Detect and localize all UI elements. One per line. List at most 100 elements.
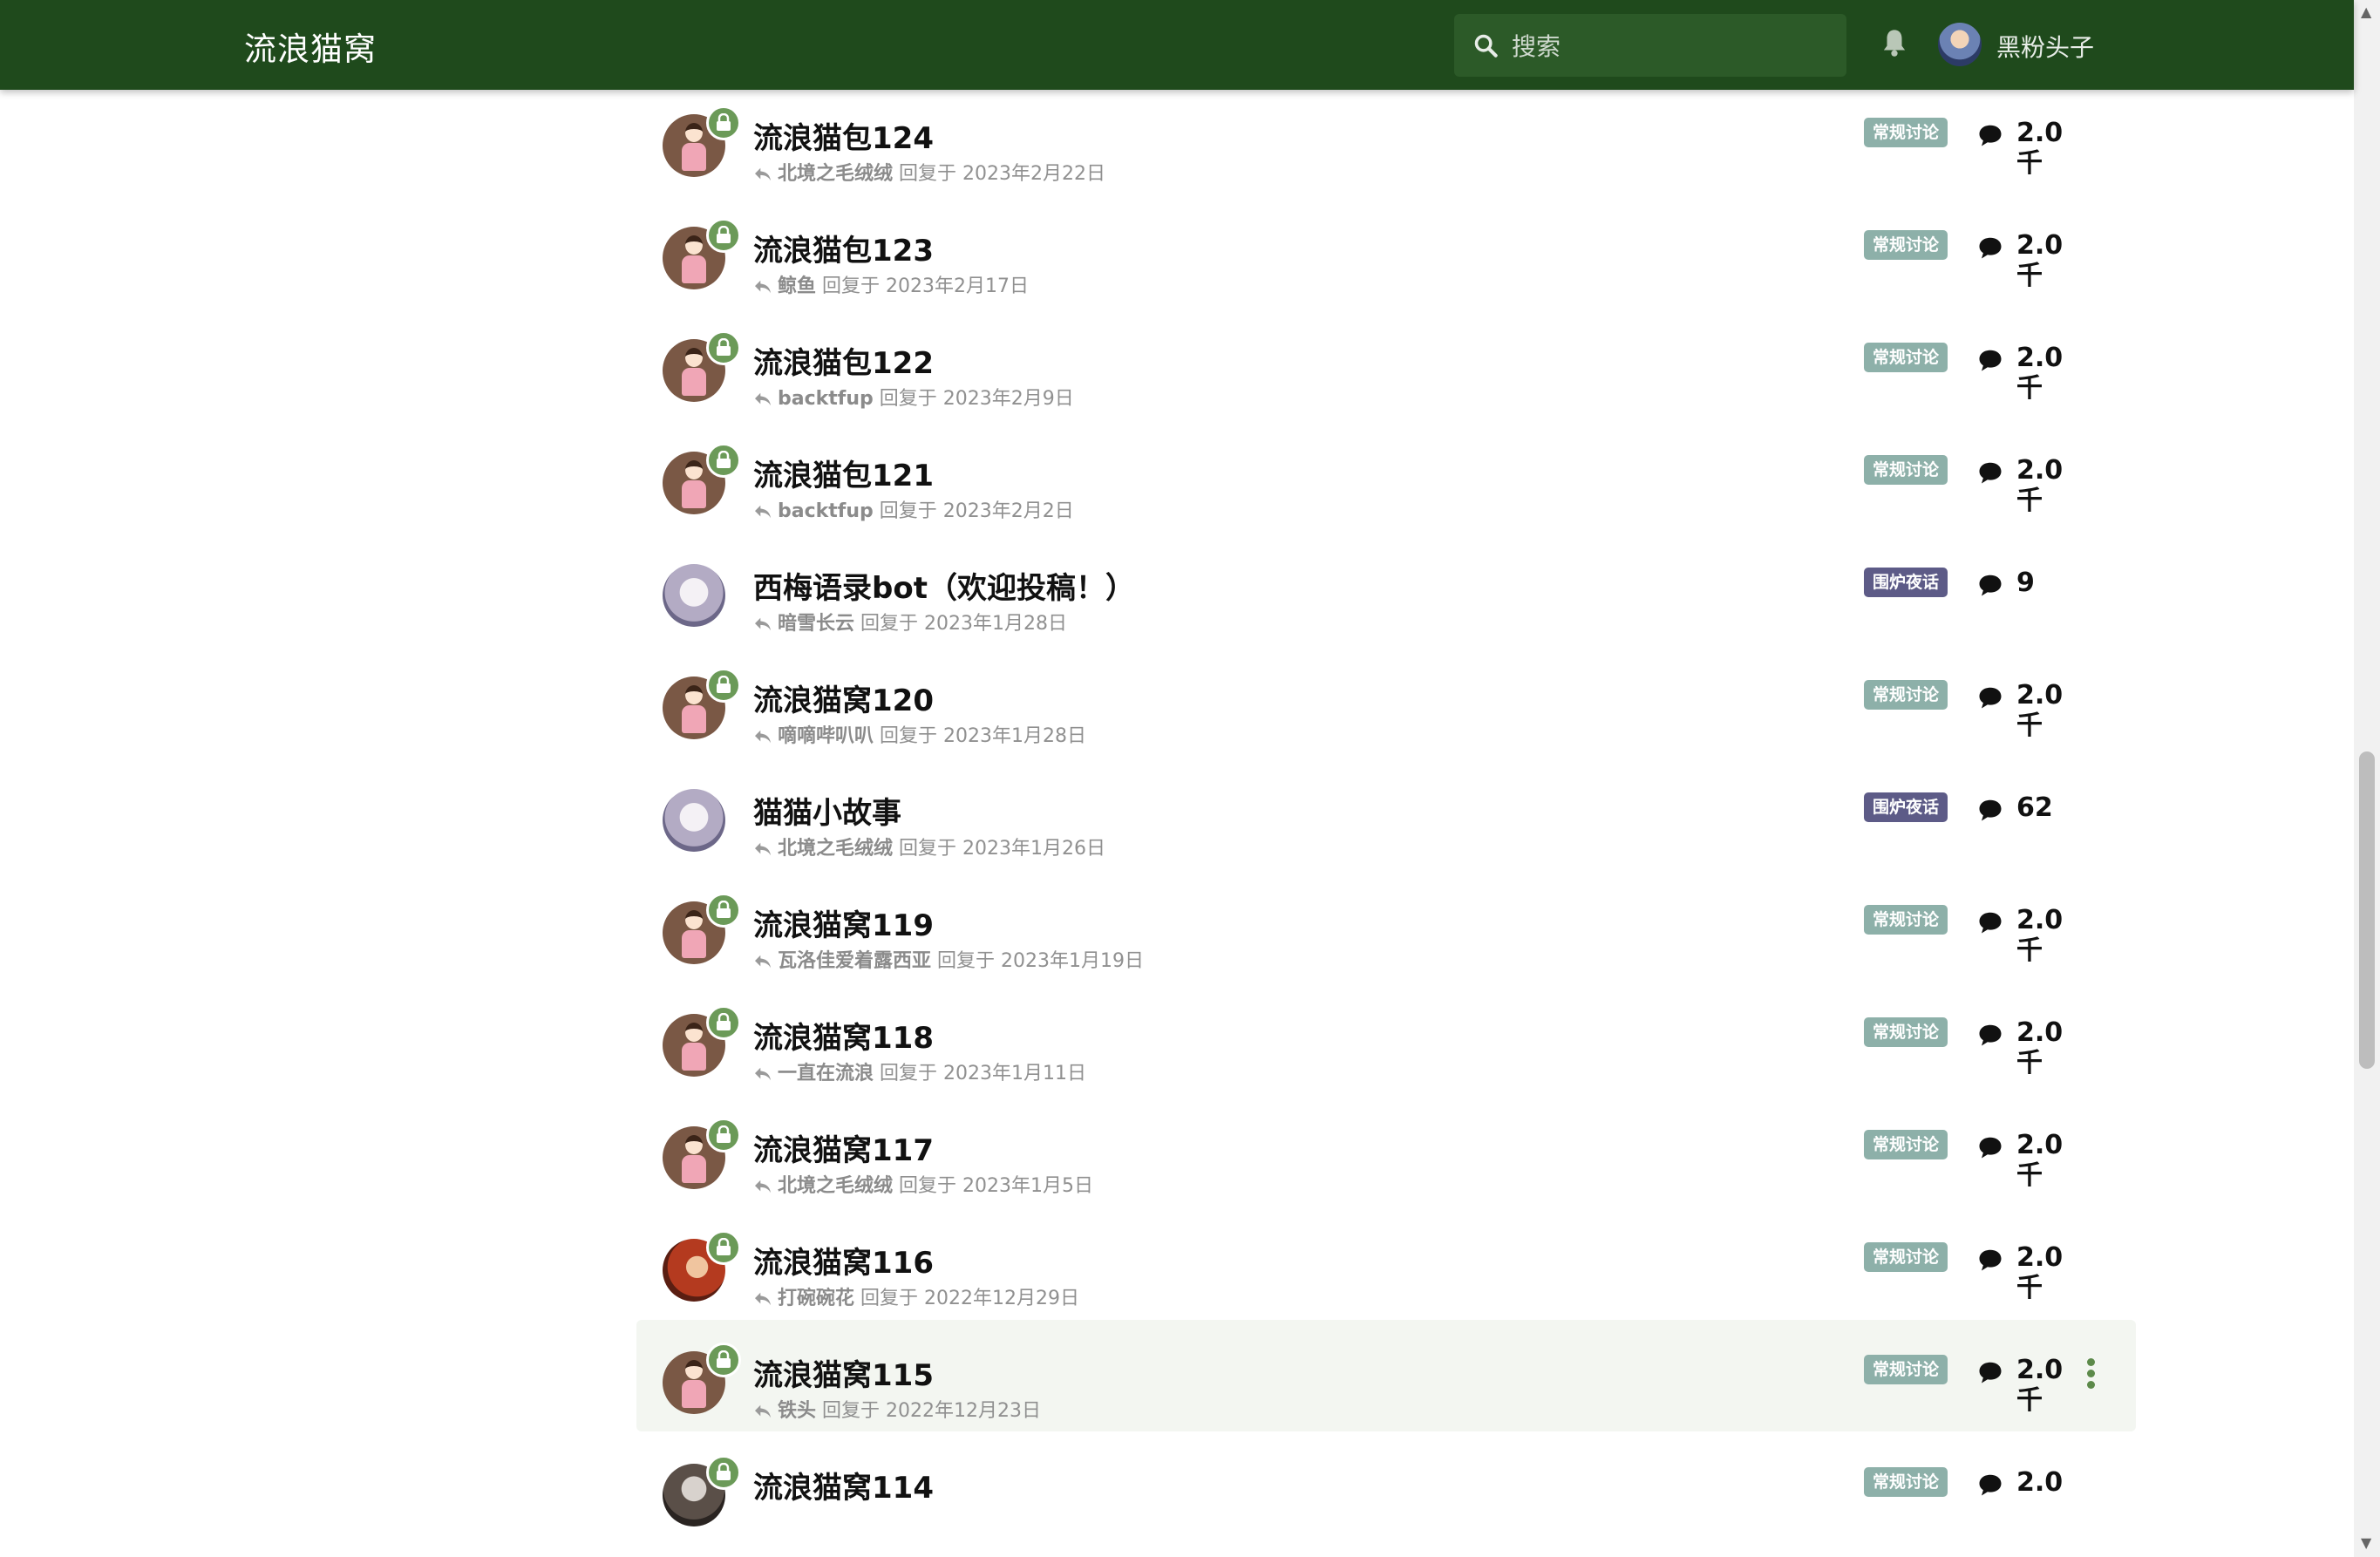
topic-title[interactable]: 流浪猫包122 [753,339,934,382]
reply-icon [755,730,771,744]
reply-author[interactable]: backtfup [778,388,874,410]
reply-author[interactable]: 铁头 [778,1400,816,1422]
more-vertical-icon[interactable] [2087,1358,2096,1392]
topic-title[interactable]: 流浪猫窝118 [753,1014,934,1057]
reply-count: 62 [2016,792,2053,823]
category-tag[interactable]: 常规讨论 [1864,230,1948,260]
topic-row[interactable]: 流浪猫包121 backtfup 回复于 2023年2月2日 常规讨论 2.0千 [636,420,2136,532]
comment-icon [1977,235,2003,263]
reply-icon [755,617,771,631]
topic-title[interactable]: 猫猫小故事 [753,789,901,832]
comment-icon [1977,910,2003,938]
bell-icon[interactable] [1881,28,1907,58]
category-tag[interactable]: 常规讨论 [1864,118,1948,147]
poster-avatar[interactable] [663,564,725,627]
topic-row[interactable]: 流浪猫窝119 瓦洛佳爱着露西亚 回复于 2023年1月19日 常规讨论 2.0千 [636,870,2136,982]
search-box[interactable] [1454,14,1846,78]
topic-title[interactable]: 流浪猫窝120 [753,677,934,719]
reply-icon [755,392,771,406]
topic-row[interactable]: 流浪猫包122 backtfup 回复于 2023年2月9日 常规讨论 2.0千 [636,308,2136,419]
reply-time: 回复于 2023年1月28日 [860,613,1067,635]
reply-time: 回复于 2022年12月29日 [860,1288,1079,1309]
reply-author[interactable]: 北境之毛绒绒 [778,838,893,860]
reply-time: 回复于 2023年1月11日 [880,1063,1086,1084]
reply-author[interactable]: 鲸鱼 [778,275,816,297]
scroll-up-arrow-icon[interactable]: ▲ [2361,3,2371,20]
reply-time: 回复于 2022年12月23日 [822,1400,1041,1422]
poster-avatar[interactable] [663,789,725,852]
reply-count: 2.0千 [2016,680,2064,741]
topic-row[interactable]: 流浪猫窝118 一直在流浪 回复于 2023年1月11日 常规讨论 2.0千 [636,982,2136,1094]
topic-title[interactable]: 流浪猫窝114 [753,1464,934,1506]
lock-icon [706,105,741,140]
topic-title[interactable]: 西梅语录bot（欢迎投稿！） [753,564,1135,607]
reply-icon [755,1067,771,1081]
topic-title[interactable]: 流浪猫包124 [753,114,934,157]
topic-row[interactable]: 猫猫小故事 北境之毛绒绒 回复于 2023年1月26日 围炉夜话 62 [636,758,2136,869]
lock-icon [706,218,741,253]
topic-title[interactable]: 流浪猫窝116 [753,1239,934,1282]
topic-row[interactable]: 流浪猫包123 鲸鱼 回复于 2023年2月17日 常规讨论 2.0千 [636,195,2136,307]
category-tag[interactable]: 围炉夜话 [1864,792,1948,822]
topic-last-reply: 瓦洛佳爱着露西亚 回复于 2023年1月19日 [753,945,1144,973]
topic-row[interactable]: 流浪猫窝115 铁头 回复于 2022年12月23日 常规讨论 2.0千 [636,1320,2136,1431]
topic-title[interactable]: 流浪猫窝115 [753,1351,934,1394]
reply-author[interactable]: 一直在流浪 [778,1063,874,1084]
reply-icon [755,167,771,181]
comment-icon [1977,1023,2003,1050]
user-name[interactable]: 黑粉头子 [1996,29,2094,64]
scroll-down-arrow-icon[interactable]: ▼ [2361,1534,2371,1551]
user-avatar[interactable] [1938,23,1982,66]
topic-title[interactable]: 流浪猫包121 [753,452,934,494]
topic-last-reply: backtfup 回复于 2023年2月9日 [753,383,1074,411]
topic-last-reply: 嘀嘀哔叭叭 回复于 2023年1月28日 [753,720,1086,748]
reply-icon [755,280,771,294]
topic-title[interactable]: 流浪猫窝119 [753,901,934,944]
topic-last-reply: 暗雪长云 回复于 2023年1月28日 [753,608,1067,636]
category-tag[interactable]: 围炉夜话 [1864,568,1948,597]
reply-author[interactable]: 打碗碗花 [778,1288,854,1309]
reply-author[interactable]: 北境之毛绒绒 [778,163,893,185]
category-tag[interactable]: 常规讨论 [1864,1242,1948,1272]
category-tag[interactable]: 常规讨论 [1864,343,1948,372]
category-tag[interactable]: 常规讨论 [1864,1017,1948,1047]
reply-author[interactable]: 瓦洛佳爱着露西亚 [778,950,931,972]
reply-author[interactable]: 暗雪长云 [778,613,854,635]
comment-icon [1977,798,2003,826]
lock-icon [706,443,741,478]
category-tag[interactable]: 常规讨论 [1864,1355,1948,1384]
lock-icon [706,1455,741,1490]
category-tag[interactable]: 常规讨论 [1864,455,1948,485]
reply-author[interactable]: backtfup [778,500,874,522]
topic-title[interactable]: 流浪猫包123 [753,227,934,269]
search-input[interactable] [1510,14,1836,78]
lock-icon [706,1343,741,1377]
reply-author[interactable]: 嘀嘀哔叭叭 [778,725,874,747]
topic-title[interactable]: 流浪猫窝117 [753,1126,934,1169]
category-tag[interactable]: 常规讨论 [1864,905,1948,935]
reply-icon [755,842,771,856]
reply-author[interactable]: 北境之毛绒绒 [778,1175,893,1197]
topic-row[interactable]: 流浪猫窝116 打碗碗花 回复于 2022年12月29日 常规讨论 2.0千 [636,1207,2136,1319]
topic-row[interactable]: 流浪猫窝117 北境之毛绒绒 回复于 2023年1月5日 常规讨论 2.0千 [636,1095,2136,1207]
topic-last-reply: 打碗碗花 回复于 2022年12月29日 [753,1282,1079,1310]
topic-row[interactable]: 流浪猫窝114 常规讨论 2.0 [636,1432,2136,1544]
category-tag[interactable]: 常规讨论 [1864,680,1948,710]
category-tag[interactable]: 常规讨论 [1864,1467,1948,1497]
category-tag[interactable]: 常规讨论 [1864,1130,1948,1159]
topic-row[interactable]: 流浪猫窝120 嘀嘀哔叭叭 回复于 2023年1月28日 常规讨论 2.0千 [636,645,2136,757]
topic-row[interactable]: 流浪猫包124 北境之毛绒绒 回复于 2023年2月22日 常规讨论 2.0千 [636,83,2136,194]
comment-icon [1977,123,2003,151]
reply-count: 2.0千 [2016,1130,2064,1191]
reply-count: 2.0千 [2016,905,2064,966]
search-icon [1474,34,1498,58]
lock-icon [706,1118,741,1152]
lock-icon [706,1230,741,1265]
site-title[interactable]: 流浪猫窝 [244,23,377,70]
scrollbar[interactable]: ▲ ▼ [2354,0,2380,1557]
reply-count: 2.0千 [2016,1355,2064,1416]
topic-row[interactable]: 西梅语录bot（欢迎投稿！） 暗雪长云 回复于 2023年1月28日 围炉夜话 9 [636,533,2136,644]
scrollbar-thumb[interactable] [2359,751,2375,1069]
reply-count: 9 [2016,568,2035,598]
reply-count: 2.0 [2016,1467,2064,1498]
